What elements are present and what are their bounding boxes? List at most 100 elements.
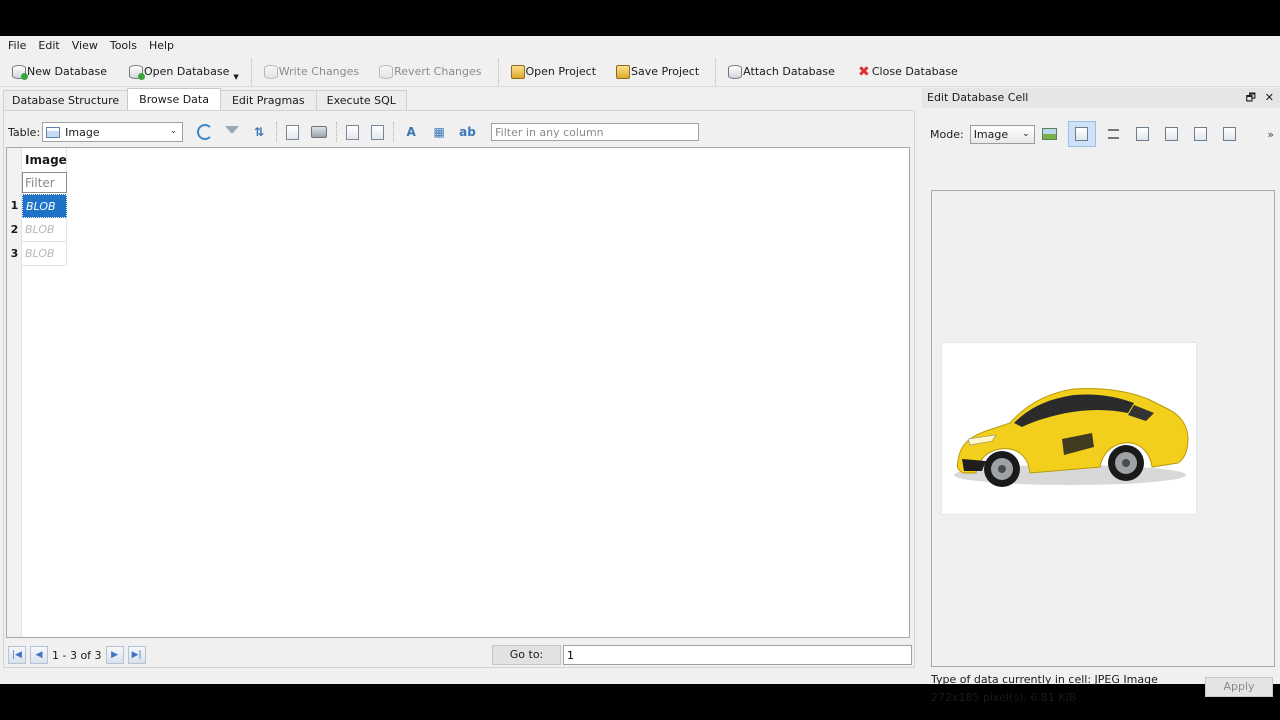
- print-icon[interactable]: [311, 126, 328, 138]
- import-file-icon[interactable]: [1132, 123, 1154, 145]
- write-changes-icon: [263, 64, 278, 79]
- tab-database-structure[interactable]: Database Structure: [3, 90, 129, 110]
- menu-edit[interactable]: Edit: [32, 36, 65, 56]
- attach-database-label: Attach Database: [743, 65, 835, 78]
- close-icon[interactable]: ✕: [1265, 88, 1274, 108]
- record-count: 1 - 3 of 3: [52, 648, 102, 662]
- tab-edit-pragmas[interactable]: Edit Pragmas: [219, 90, 317, 110]
- table-select[interactable]: Image ⌄: [42, 122, 184, 142]
- clear-filters-icon[interactable]: [225, 126, 240, 138]
- goto-button[interactable]: Go to:: [492, 645, 561, 665]
- print-cell-glyph: [1223, 127, 1237, 141]
- word-wrap-glyph: [1108, 129, 1120, 139]
- main-tabs: Database Structure Browse Data Edit Prag…: [3, 88, 407, 110]
- new-database-button[interactable]: New Database: [6, 60, 113, 84]
- toolbar-separator: [276, 122, 278, 142]
- save-project-button[interactable]: Save Project: [610, 60, 705, 84]
- edit-database-cell-dock: Edit Database Cell 🗗 ✕ Mode: Image ⌄ » T…: [922, 88, 1280, 704]
- more-tools-icon[interactable]: »: [1267, 128, 1274, 141]
- open-project-button[interactable]: Open Project: [505, 60, 603, 84]
- text-mode-glyph: [1075, 127, 1089, 141]
- data-grid: Image 1 BLOB 2 BLOB 3 BLOB: [6, 147, 910, 638]
- browse-data-pane: Table: Image ⌄ ⇅ A ▦ ab Filter in any co…: [3, 110, 915, 668]
- global-filter-input[interactable]: [491, 123, 700, 141]
- tab-execute-sql[interactable]: Execute SQL: [315, 90, 407, 110]
- first-record-icon[interactable]: |◀: [8, 646, 26, 664]
- menu-file[interactable]: File: [2, 36, 32, 56]
- write-changes-button[interactable]: Write Changes: [258, 60, 365, 84]
- close-database-icon: ✖: [858, 63, 870, 80]
- save-project-label: Save Project: [631, 65, 700, 78]
- table-row[interactable]: 1 BLOB: [7, 194, 67, 218]
- car-picture: [954, 388, 1189, 487]
- toolbar-separator: [393, 122, 395, 142]
- revert-changes-label: Revert Changes: [394, 65, 482, 78]
- dock-title: Edit Database Cell: [922, 88, 1280, 108]
- write-changes-label: Write Changes: [278, 65, 360, 78]
- mode-select[interactable]: Image ⌄: [969, 124, 1035, 144]
- record-navigation: |◀ ◀ 1 - 3 of 3 ▶ ▶| Go to:: [8, 645, 912, 665]
- menu-view[interactable]: View: [66, 36, 104, 56]
- background-color-icon[interactable]: ▦: [431, 124, 447, 140]
- revert-changes-button[interactable]: Revert Changes: [373, 60, 487, 84]
- word-wrap-icon[interactable]: [1103, 123, 1125, 145]
- goto-input[interactable]: [563, 645, 912, 665]
- export-file-icon[interactable]: [1161, 123, 1183, 145]
- new-database-icon: [12, 64, 28, 80]
- open-database-dropdown-icon[interactable]: ▼: [233, 73, 238, 81]
- mode-select-value: Image: [973, 127, 1009, 141]
- next-record-icon[interactable]: ▶: [105, 646, 124, 664]
- cell-type-info: Type of data currently in cell: JPEG Ima…: [931, 673, 1158, 686]
- refresh-icon[interactable]: [197, 124, 214, 140]
- table-row[interactable]: 3 BLOB: [7, 242, 67, 266]
- toolbar-separator: [497, 58, 499, 85]
- cell-size-info: 272x185 pixel(s), 6.81 KiB: [931, 691, 1077, 704]
- tab-browse-data[interactable]: Browse Data: [127, 88, 221, 110]
- table-cell[interactable]: BLOB: [22, 194, 67, 218]
- open-database-icon: [128, 64, 145, 80]
- export-file-glyph: [1165, 127, 1179, 141]
- open-database-button[interactable]: Open Database ▼: [123, 60, 245, 84]
- column-filter-input[interactable]: [22, 172, 67, 193]
- revert-changes-icon: [379, 64, 394, 79]
- auto-switch-mode-icon[interactable]: [1039, 123, 1061, 145]
- float-icon[interactable]: 🗗: [1246, 88, 1256, 108]
- toolbar-separator: [715, 58, 717, 85]
- previous-record-icon[interactable]: ◀: [30, 646, 48, 664]
- new-database-label: New Database: [27, 65, 107, 78]
- table-row[interactable]: 2 BLOB: [7, 218, 67, 242]
- row-number[interactable]: 2: [7, 218, 22, 242]
- row-number[interactable]: 3: [7, 242, 22, 266]
- close-database-button[interactable]: ✖ Close Database: [851, 60, 964, 84]
- menu-bar: File Edit View Tools Help: [0, 36, 1280, 56]
- db-browser-window: File Edit View Tools Help New Database O…: [0, 36, 1280, 704]
- print-cell-icon[interactable]: [1219, 123, 1241, 145]
- table-cell[interactable]: BLOB: [22, 242, 67, 266]
- mode-label: Mode:: [930, 127, 964, 141]
- table-select-value: Image: [65, 125, 100, 139]
- menu-tools[interactable]: Tools: [104, 36, 143, 56]
- save-view-icon[interactable]: [286, 124, 300, 140]
- image-preview-area: [931, 190, 1275, 667]
- last-record-icon[interactable]: ▶|: [127, 646, 146, 664]
- set-as-null-icon[interactable]: [1190, 123, 1212, 145]
- apply-button[interactable]: Apply: [1205, 677, 1273, 697]
- chevron-down-icon: ⌄: [1022, 128, 1030, 139]
- text-mode-icon[interactable]: [1067, 121, 1096, 147]
- chevron-down-icon: ⌄: [169, 126, 178, 136]
- attach-database-button[interactable]: Attach Database: [722, 60, 841, 84]
- mode-row: Mode: Image ⌄ »: [930, 121, 1280, 147]
- row-number[interactable]: 1: [7, 194, 22, 218]
- font-icon[interactable]: A: [403, 124, 419, 140]
- table-cell[interactable]: BLOB: [22, 218, 67, 242]
- delete-record-icon[interactable]: [371, 124, 385, 140]
- menu-help[interactable]: Help: [143, 36, 180, 56]
- clear-sort-icon[interactable]: ⇅: [251, 124, 267, 140]
- toolbar-separator: [250, 58, 252, 85]
- insert-record-icon[interactable]: [346, 124, 360, 140]
- attach-database-icon: [728, 64, 743, 79]
- find-replace-icon[interactable]: ab: [459, 124, 476, 140]
- import-file-glyph: [1136, 127, 1150, 141]
- browse-tool-icons: ⇅ A ▦ ab: [191, 122, 481, 142]
- column-header-image[interactable]: Image: [22, 148, 67, 172]
